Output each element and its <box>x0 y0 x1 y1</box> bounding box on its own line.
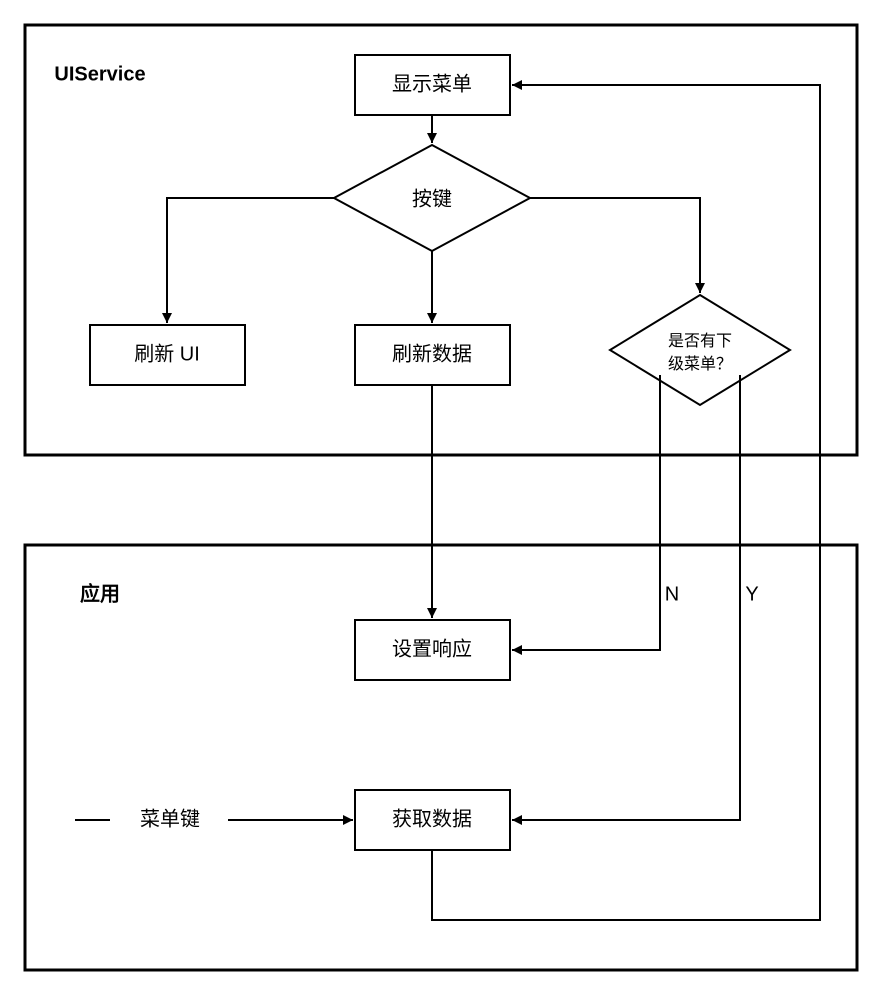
menu-key-label: 菜单键 <box>140 807 200 830</box>
arrow-keypress-to-refresh-ui <box>167 198 334 323</box>
flowchart-diagram: UIService 应用 显示菜单 按键 刷新 UI 刷新数据 是否有下 级菜单… <box>0 0 882 1000</box>
refresh-ui-label: 刷新 UI <box>134 342 200 365</box>
has-submenu-label-2: 级菜单？ <box>668 355 732 373</box>
application-container <box>25 545 857 970</box>
arrow-keypress-to-has-submenu <box>530 198 700 293</box>
uiservice-title: UIService <box>54 63 145 85</box>
get-data-label: 获取数据 <box>392 807 472 830</box>
display-menu-label: 显示菜单 <box>392 72 472 95</box>
arrow-yes-to-get-data <box>512 375 740 820</box>
set-response-label: 设置响应 <box>392 637 472 660</box>
keypress-label: 按键 <box>412 187 452 210</box>
application-title: 应用 <box>80 581 120 605</box>
edge-yes-label: Y <box>745 583 758 605</box>
has-submenu-label-1: 是否有下 <box>668 332 732 350</box>
refresh-data-label: 刷新数据 <box>392 342 472 365</box>
arrow-no-to-set-response <box>512 375 660 650</box>
edge-no-label: N <box>665 583 679 605</box>
